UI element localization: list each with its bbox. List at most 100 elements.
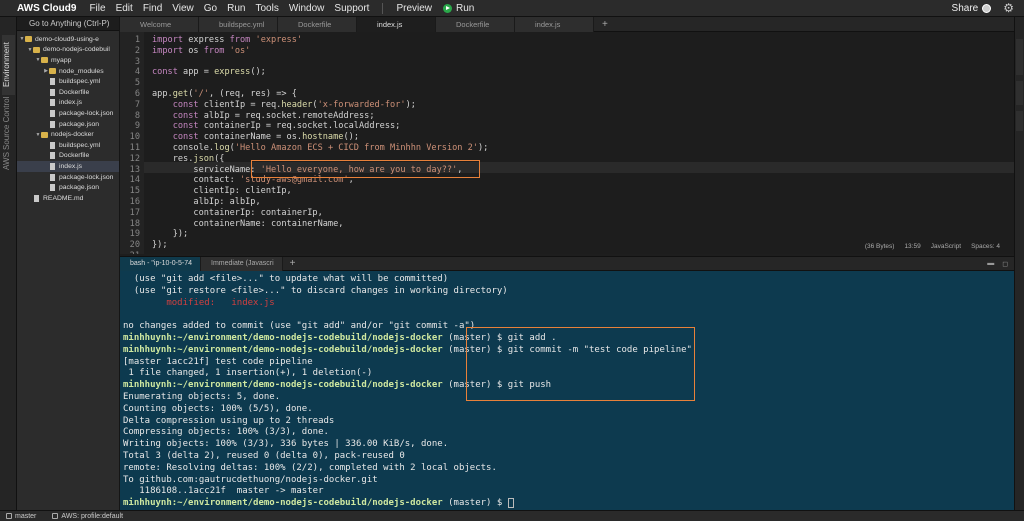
new-terminal-button[interactable]: + [283, 258, 303, 269]
tab-environment[interactable]: Environment [2, 35, 15, 95]
menu-view[interactable]: View [167, 3, 199, 14]
code-line[interactable]: const app = express(); [152, 67, 266, 78]
terminal-text: Compressing objects: 100% (3/3), done. [123, 427, 329, 438]
line-number: 4 [134, 67, 140, 78]
aws-profile[interactable]: AWS: profile:default [46, 513, 123, 520]
line-number-gutter: 123456789101112131415161718192021 [120, 32, 144, 254]
menu-window[interactable]: Window [284, 3, 330, 14]
file-icon [50, 88, 55, 96]
terminal-line: (use "git add <file>..." to update what … [123, 273, 448, 285]
tab-bash-terminal[interactable]: bash - "ip-10-0-5-74 [120, 256, 202, 271]
tree-folder[interactable]: ▶ node_modules [17, 66, 119, 77]
tab-aws[interactable]: AWS [2, 149, 15, 173]
gear-icon[interactable]: ⚙ [1003, 2, 1014, 14]
menu-run[interactable]: Run [222, 3, 250, 14]
code-line[interactable]: }); [152, 229, 189, 240]
terminal-text: 1186108..1acc21f master -> master [123, 486, 324, 497]
menu-support[interactable]: Support [329, 3, 374, 14]
app-brand[interactable]: AWS Cloud9 [0, 3, 84, 14]
branch-icon [6, 513, 12, 519]
maximize-icon[interactable]: ◻ [1002, 260, 1008, 268]
tree-item-label: demo-nodejs-codebuil [43, 46, 110, 54]
terminal-text: (master) $ [442, 498, 508, 509]
indent-setting[interactable]: Spaces: 4 [971, 243, 1000, 250]
code-line[interactable]: clientIp: clientIp, [152, 186, 291, 197]
cursor-position: 13:59 [904, 243, 921, 250]
tab-index-js[interactable]: index.js [357, 17, 436, 32]
code-line[interactable]: import os from 'os' [152, 46, 250, 57]
tree-item-label: index.js [59, 162, 83, 170]
language-mode[interactable]: JavaScript [931, 243, 961, 250]
tree-file[interactable]: package-lock.json [17, 172, 119, 183]
tree-file[interactable]: README.md [17, 193, 119, 204]
tab-welcome[interactable]: Welcome [120, 17, 199, 32]
new-tab-button[interactable]: + [594, 17, 616, 31]
tab-index-js-2[interactable]: index.js [515, 17, 594, 32]
tree-file[interactable]: package.json [17, 119, 119, 130]
code-editor[interactable]: 123456789101112131415161718192021 import… [120, 32, 1014, 254]
tree-item-label: README.md [43, 194, 84, 202]
menu-edit[interactable]: Edit [111, 3, 138, 14]
tree-file[interactable]: index.js [17, 161, 119, 172]
preview-button[interactable]: Preview [391, 3, 437, 14]
run-button[interactable]: Run [437, 3, 480, 14]
file-icon [50, 184, 55, 192]
tree-file[interactable]: buildspec.yml [17, 76, 119, 87]
file-icon [50, 173, 55, 181]
right-panel-tab[interactable] [1016, 39, 1023, 75]
tree-file[interactable]: package-lock.json [17, 108, 119, 119]
terminal-cursor[interactable] [507, 497, 514, 508]
code-line[interactable]: import express from 'express' [152, 35, 302, 46]
tab-immediate[interactable]: Immediate (Javascri [201, 256, 283, 271]
right-panel-tab[interactable] [1016, 81, 1023, 105]
line-number: 11 [129, 143, 140, 153]
line-number: 18 [129, 218, 140, 229]
tab-dockerfile-2[interactable]: Dockerfile [436, 17, 515, 32]
tree-item-label: Dockerfile [59, 152, 90, 160]
tree-folder[interactable]: ▼ nodejs-docker [17, 129, 119, 140]
tab-dockerfile[interactable]: Dockerfile [278, 17, 357, 32]
code-line[interactable]: console.log('Hello Amazon ECS + CICD fro… [152, 143, 489, 154]
menu-file[interactable]: File [84, 3, 110, 14]
menu-tools[interactable]: Tools [250, 3, 283, 14]
code-line[interactable]: app.get('/', (req, res) => { [152, 89, 297, 100]
tree-folder[interactable]: ▼ demo-cloud9-using-e [17, 34, 119, 45]
tree-folder[interactable]: ▼ demo-nodejs-codebuil [17, 45, 119, 56]
file-icon [50, 78, 55, 86]
code-line[interactable]: const containerIp = req.socket.localAddr… [152, 121, 401, 132]
code-line[interactable]: const albIp = req.socket.remoteAddress; [152, 111, 375, 122]
tree-file[interactable]: Dockerfile [17, 151, 119, 162]
code-line[interactable]: res.json({ [152, 154, 225, 165]
menu-separator [382, 2, 384, 14]
code-line[interactable]: containerIp: containerIp, [152, 208, 322, 219]
tree-file[interactable]: package.json [17, 182, 119, 193]
tree-file[interactable]: buildspec.yml [17, 140, 119, 151]
tree-folder[interactable]: ▼ myapp [17, 55, 119, 66]
terminal-text: (use "git add <file>..." to update what … [123, 274, 449, 284]
share-label: Share [951, 2, 979, 14]
tree-file[interactable]: index.js [17, 98, 119, 109]
menu-find[interactable]: Find [138, 3, 167, 14]
left-panel-tabs: Environment Source Control AWS [0, 17, 17, 510]
code-line[interactable]: containerName: containerName, [152, 219, 343, 230]
menu-go[interactable]: Go [199, 3, 222, 14]
terminal-line: 1186108..1acc21f master -> master [123, 485, 323, 497]
right-panel-tab[interactable] [1016, 111, 1023, 131]
file-icon [50, 109, 55, 117]
code-line[interactable]: const clientIp = req.header('x-forwarded… [152, 100, 416, 111]
tree-file[interactable]: Dockerfile [17, 87, 119, 98]
aws-icon [52, 513, 59, 519]
bottom-status-bar: master AWS: profile:default [0, 510, 1024, 521]
line-number: 13 [129, 164, 140, 175]
file-icon [34, 194, 39, 202]
code-line[interactable]: const containerName = os.hostname(); [152, 132, 359, 143]
tab-source-control[interactable]: Source Control [2, 95, 15, 151]
code-line[interactable]: }); [152, 240, 168, 251]
minimize-icon[interactable]: ▬ [987, 260, 994, 268]
git-branch[interactable]: master [0, 513, 36, 520]
share-button[interactable]: Share [952, 3, 992, 14]
tab-buildspec[interactable]: buildspec.yml [199, 17, 278, 32]
goto-anything-input[interactable]: Go to Anything (Ctrl-P) [17, 17, 119, 31]
code-line[interactable]: albIp: albIp, [152, 197, 260, 208]
terminal-text: Delta compression using up to 2 threads [123, 415, 335, 426]
